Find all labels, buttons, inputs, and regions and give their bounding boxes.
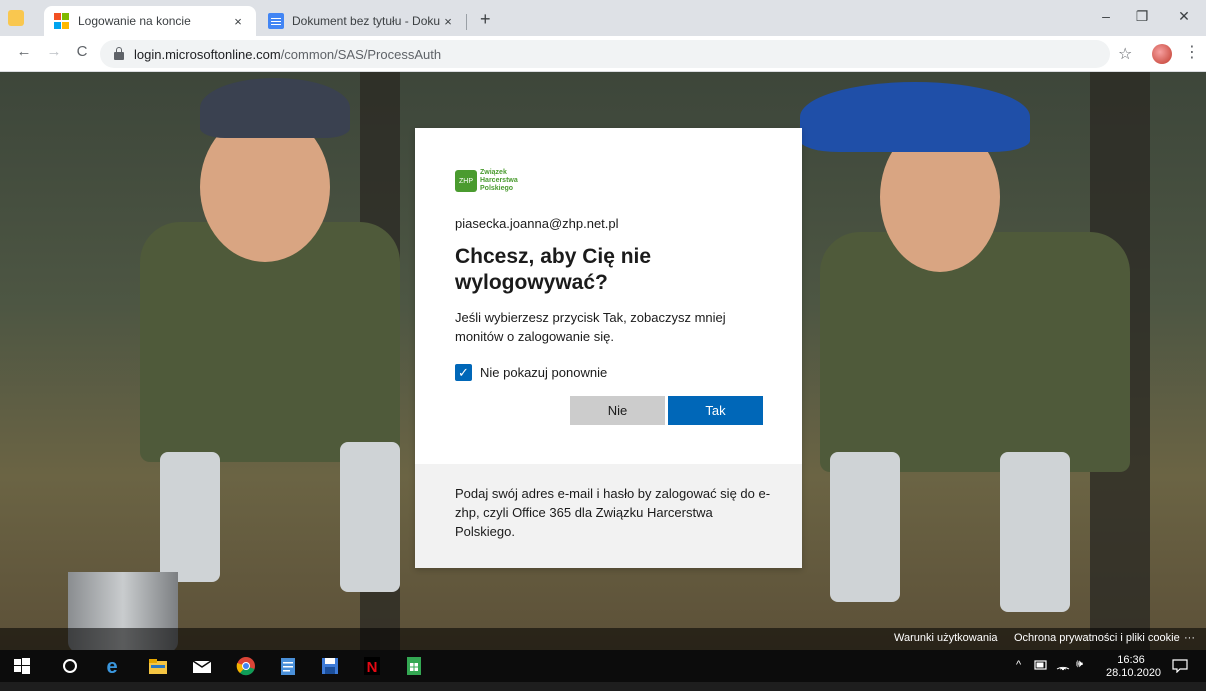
no-button[interactable]: Nie [570, 396, 665, 425]
netflix-icon[interactable]: N [362, 656, 382, 676]
windows-start-icon[interactable] [12, 656, 32, 676]
clock-time: 16:36 [1117, 654, 1145, 666]
browser-tab-strip: Logowanie na koncie × Dokument bez tytuł… [0, 0, 1206, 36]
forward-button[interactable]: → [44, 43, 64, 60]
yes-button[interactable]: Tak [668, 396, 763, 425]
dont-show-again-checkbox[interactable]: ✓ [455, 364, 472, 381]
account-email: piasecka.joanna@zhp.net.pl [455, 216, 619, 231]
browser-toolbar: ← → C login.microsoftonline.com/common/S… [0, 36, 1206, 72]
tab-sign-in[interactable]: Logowanie na koncie × [44, 6, 256, 36]
volume-icon[interactable]: 🕪 [1076, 658, 1083, 690]
footer-more-icon[interactable]: ··· [1184, 632, 1195, 644]
zhp-logo-mark: ZHP [455, 170, 477, 192]
minimize-button[interactable]: – [1096, 8, 1116, 24]
tab-title: Logowanie na koncie [78, 14, 191, 28]
svg-text:e: e [106, 656, 117, 676]
clock[interactable]: 16:36 28.10.2020 [1106, 654, 1162, 686]
scout-right-sock [1000, 452, 1070, 612]
logo-line: Związek [480, 169, 507, 176]
info-banner: Podaj swój adres e-mail i hasło by zalog… [415, 464, 802, 568]
file-explorer-icon[interactable] [148, 656, 168, 676]
docs-icon [268, 13, 284, 29]
stay-signed-in-card: ZHP Związek Harcerstwa Polskiego piaseck… [415, 128, 802, 568]
zhp-logo: ZHP Związek Harcerstwa Polskiego [455, 168, 533, 194]
reload-button[interactable]: C [72, 43, 92, 60]
sheets-icon[interactable] [404, 656, 424, 676]
logo-line: Polskiego [480, 185, 514, 192]
tab-document[interactable]: Dokument bez tytułu - Dokumen × [258, 6, 466, 36]
scout-right [820, 232, 1130, 472]
back-button[interactable]: ← [14, 43, 34, 60]
save-disk-icon[interactable] [320, 656, 340, 676]
scout-left-cap [200, 78, 350, 138]
windows-taskbar: e N ^ 🕪 16:36 28.10.2020 [0, 650, 1206, 682]
profile-avatar[interactable] [1152, 44, 1172, 64]
page-title: Chcesz, aby Cię nie wylogowywać? [455, 245, 652, 294]
tab-close-icon[interactable]: × [230, 14, 246, 29]
zhp-logo-text: Związek Harcerstwa Polskiego [480, 169, 518, 193]
profile-icon[interactable] [8, 10, 24, 26]
mail-icon[interactable] [192, 656, 212, 676]
scout-right-cap [800, 82, 1030, 152]
logo-line: Harcerstwa [480, 177, 518, 184]
url-host: login.microsoftonline.com [134, 46, 281, 62]
checkbox-label[interactable]: Nie pokazuj ponownie [480, 365, 607, 380]
lock-icon[interactable] [114, 47, 124, 60]
chrome-icon[interactable] [236, 656, 256, 676]
wifi-icon[interactable] [1056, 659, 1070, 671]
tray-chevron-icon[interactable]: ^ [1016, 659, 1021, 691]
tab-title: Dokument bez tytułu - Dokumen [292, 14, 440, 28]
edge-browser-icon[interactable]: e [102, 656, 122, 676]
cortana-search-icon[interactable] [60, 656, 80, 676]
scout-left-sock [340, 442, 400, 592]
notifications-icon[interactable] [1172, 659, 1188, 673]
new-tab-button[interactable]: + [480, 9, 491, 30]
url-text[interactable]: login.microsoftonline.com/common/SAS/Pro… [134, 47, 441, 62]
info-text: Podaj swój adres e-mail i hasło by zalog… [455, 486, 771, 539]
dont-show-again-checkbox-row[interactable]: ✓ Nie pokazuj ponownie [455, 364, 607, 381]
description-text: Jeśli wybierzesz przycisk Tak, zobaczysz… [455, 310, 726, 344]
tab-close-icon[interactable]: × [440, 14, 456, 29]
scout-right-sock [830, 452, 900, 602]
notepad-icon[interactable] [278, 656, 298, 676]
address-bar[interactable]: login.microsoftonline.com/common/SAS/Pro… [100, 40, 1110, 68]
scout-left-sock [160, 452, 220, 582]
close-window-button[interactable]: ✕ [1174, 8, 1194, 25]
clock-date: 28.10.2020 [1106, 667, 1162, 679]
microsoft-logo-icon [54, 13, 70, 29]
privacy-link[interactable]: Ochrona prywatności i pliki cookie [1014, 632, 1180, 644]
tab-divider [466, 14, 467, 30]
svg-text:N: N [367, 659, 378, 676]
menu-kebab-icon[interactable]: ⋮ [1184, 42, 1200, 62]
battery-icon[interactable] [1034, 659, 1048, 671]
terms-link[interactable]: Warunki użytkowania [894, 632, 998, 644]
maximize-button[interactable]: ❐ [1132, 8, 1152, 25]
bookmark-star-icon[interactable]: ☆ [1118, 44, 1132, 64]
url-path: /common/SAS/ProcessAuth [280, 46, 442, 62]
